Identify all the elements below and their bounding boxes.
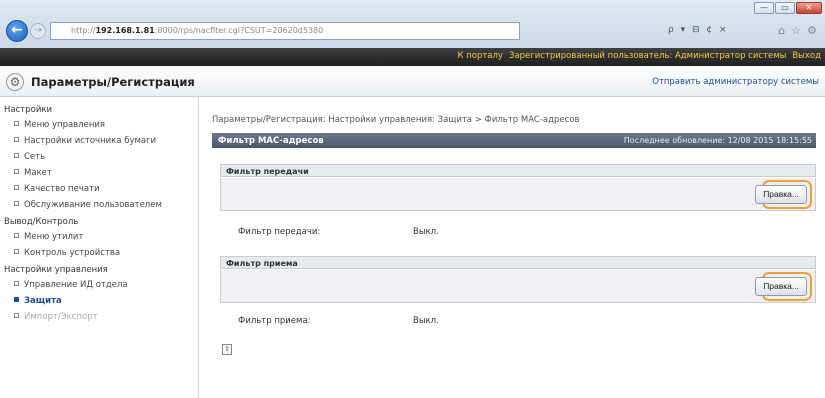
sidebar-item-label: Качество печати (24, 184, 100, 194)
bullet-icon (14, 153, 19, 158)
page-top-icon[interactable]: ⇧ (222, 344, 232, 355)
settings-gear-icon: ⚙ (6, 73, 24, 91)
sidebar-item-network[interactable]: Сеть (0, 149, 198, 165)
sidebar-item-user-maintenance[interactable]: Обслуживание пользователем (0, 197, 198, 213)
last-update-text: Последнее обновление: 12/08 2015 18:15:5… (623, 136, 812, 145)
browser-chrome: — ▭ ✕ ← → http://192.168.1.81:8000/rps/n… (0, 0, 825, 48)
home-icon[interactable]: ⌂ (778, 24, 785, 37)
edit-receive-filter-button[interactable]: Правка... (755, 277, 807, 296)
device-name-blurred (30, 52, 170, 61)
sidebar-item-security[interactable]: Защита (0, 293, 198, 309)
settings-gear-icon[interactable]: ⚙ (807, 24, 817, 37)
send-filter-row: Фильтр передачи: Выкл. (238, 227, 439, 237)
sidebar: Настройки Меню управления Настройки исто… (0, 97, 199, 398)
sidebar-item-device-control[interactable]: Контроль устройства (0, 245, 198, 261)
send-filter-label: Фильтр передачи: (238, 227, 321, 237)
sidebar-group-settings[interactable]: Настройки (0, 103, 198, 117)
top-links: К порталу Зарегистрированный пользовател… (457, 51, 821, 61)
window-controls: — ▭ ✕ (754, 2, 822, 14)
receive-filter-row: Фильтр приема: Выкл. (238, 316, 439, 326)
sidebar-item-label: Защита (24, 296, 62, 306)
panel-title-bar: Фильтр MAC-адресов Последнее обновление:… (212, 133, 816, 148)
maximize-button[interactable]: ▭ (775, 2, 795, 14)
sidebar-item-print-quality[interactable]: Качество печати (0, 181, 198, 197)
sidebar-item-import-export[interactable]: Импорт/Экспорт (0, 309, 198, 325)
sidebar-item-label: Меню управления (24, 120, 106, 130)
user-info: Зарегистрированный пользователь: Админис… (508, 51, 787, 61)
sidebar-group-management[interactable]: Настройки управления (0, 263, 198, 277)
sidebar-item-label: Сеть (24, 152, 46, 162)
minimize-button[interactable]: — (754, 2, 774, 14)
bullet-icon (14, 233, 19, 238)
sidebar-item-label: Меню утилит (24, 232, 84, 242)
address-tools[interactable]: ρ ▾ ⊟ ¢ × (668, 25, 728, 35)
forward-button[interactable]: → (30, 23, 46, 39)
send-filter-value: Выкл. (413, 227, 439, 237)
bullet-icon (14, 185, 19, 190)
favorites-star-icon[interactable]: ☆ (791, 24, 801, 37)
browser-toolbar-icons: ⌂ ☆ ⚙ (778, 24, 817, 37)
url-rest: :8000/rps/nacflter.cgi?CSUT=20620d5380 (154, 26, 324, 35)
panel-title: Фильтр MAC-адресов (218, 136, 324, 146)
bullet-icon (14, 169, 19, 174)
logout-link[interactable]: Выход (792, 51, 821, 61)
bullet-icon (14, 297, 19, 302)
close-window-button[interactable]: ✕ (796, 2, 822, 14)
section-body-send-filter: Правка... (220, 178, 816, 211)
sidebar-item-control-menu[interactable]: Меню управления (0, 117, 198, 133)
device-top-bar: К порталу Зарегистрированный пользовател… (0, 48, 825, 66)
breadcrumb: Параметры/Регистрация: Настройки управле… (212, 115, 580, 125)
sidebar-item-label: Импорт/Экспорт (24, 312, 98, 322)
receive-filter-value: Выкл. (413, 316, 439, 326)
bullet-icon (14, 137, 19, 142)
sidebar-item-layout[interactable]: Макет (0, 165, 198, 181)
section-title-send-filter: Фильтр передачи (220, 164, 816, 177)
sidebar-item-label: Макет (24, 168, 52, 178)
bullet-icon (14, 201, 19, 206)
sidebar-item-utility-menu[interactable]: Меню утилит (0, 229, 198, 245)
section-title-receive-filter: Фильтр приема (220, 256, 816, 269)
sidebar-item-dept-id[interactable]: Управление ИД отдела (0, 277, 198, 293)
url-host: 192.168.1.81 (95, 26, 155, 35)
receive-filter-label: Фильтр приема: (238, 316, 311, 326)
sidebar-item-label: Контроль устройства (24, 248, 121, 258)
edit-send-filter-button[interactable]: Правка... (755, 185, 807, 204)
bullet-icon (14, 313, 19, 318)
bullet-icon (14, 121, 19, 126)
sidebar-item-label: Управление ИД отдела (24, 280, 128, 290)
main-content: Параметры/Регистрация: Настройки управле… (208, 97, 820, 398)
sidebar-item-paper-source[interactable]: Настройки источника бумаги (0, 133, 198, 149)
page-title: Параметры/Регистрация (31, 75, 195, 89)
sidebar-group-output-control[interactable]: Вывод/Контроль (0, 215, 198, 229)
portal-link[interactable]: К порталу (457, 51, 503, 61)
back-button[interactable]: ← (6, 20, 28, 42)
send-to-admin-link[interactable]: Отправить администратору системы (652, 77, 819, 87)
sidebar-item-label: Обслуживание пользователем (24, 200, 162, 210)
section-body-receive-filter: Правка... (220, 270, 816, 303)
bullet-icon (14, 249, 19, 254)
bullet-icon (14, 281, 19, 286)
address-bar[interactable]: http://192.168.1.81:8000/rps/nacflter.cg… (50, 22, 520, 40)
page-header: ⚙ Параметры/Регистрация Отправить админи… (0, 66, 825, 97)
sidebar-item-label: Настройки источника бумаги (24, 136, 157, 146)
url-prefix: http:// (71, 26, 96, 35)
